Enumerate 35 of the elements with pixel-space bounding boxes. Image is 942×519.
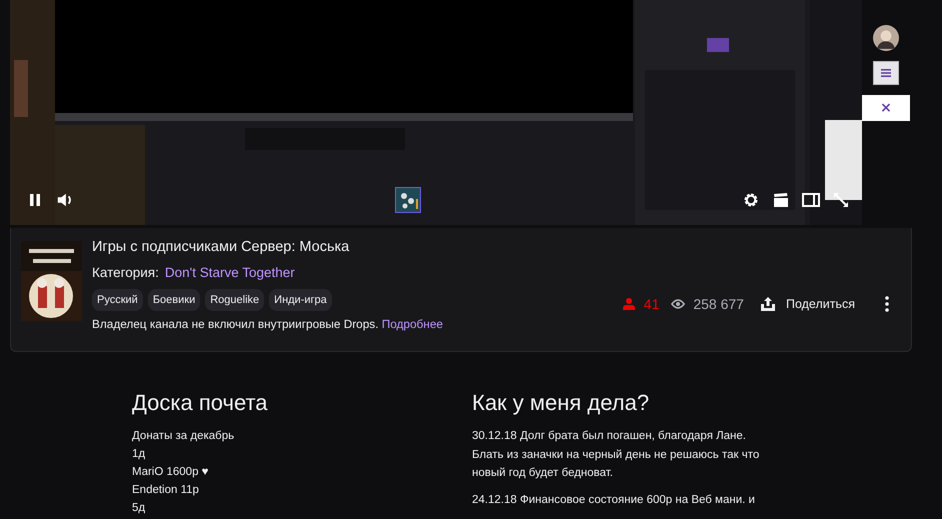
theatre-mode-icon[interactable] [802,192,820,208]
tag[interactable]: Боевики [148,289,200,311]
close-button[interactable]: × [862,95,910,121]
menu-icon [881,69,891,77]
volume-icon[interactable] [56,192,74,208]
avatar-icon[interactable] [873,25,899,51]
viewer-count: 41 [644,296,660,312]
panel-text: 1д [132,447,146,462]
tag[interactable]: Русский [92,289,143,311]
more-options-icon[interactable] [885,296,889,312]
person-icon [622,297,636,311]
panel-paragraph: 30.12.18 Долг брата был погашен, благодаря Лане. Блать из заначки на черный день не решаюсь так что новый год будет бедноват. [472,429,760,481]
panel-heading: Доска почета [132,390,269,416]
panel-text: 5д [132,501,146,516]
share-icon [760,296,776,312]
view-count: 258 677 [693,296,744,312]
panel-heading: Как у меня дела? [472,390,650,416]
tag[interactable]: Инди-игра [269,289,332,311]
clapperboard-icon[interactable] [772,192,790,208]
category-label: Категория: [92,265,159,280]
stream-title: Игры с подписчиками Сервер: Моська [92,239,350,257]
drops-note: Владелец канала не включил внутриигровые Drops. Подробнее [92,317,443,331]
fullscreen-icon[interactable] [832,192,850,208]
learn-more-link[interactable]: Подробнее [382,317,443,331]
panel-text: MariO 1600р ♥ [132,465,210,480]
panel-text: Донаты за декабрь [132,429,236,444]
extension-thumbnail-icon[interactable] [395,187,421,213]
tag[interactable]: Roguelike [205,289,264,311]
settings-icon[interactable] [742,192,760,208]
category-link[interactable]: Don't Starve Together [164,265,295,280]
eye-icon [671,297,686,311]
share-button[interactable]: Поделиться [760,296,855,312]
panel-text: Endetion 11р [132,483,200,498]
panel-paragraph: 24.12.18 Финансовое состояние 600р на Веб мани. и [472,492,756,508]
menu-button[interactable] [873,61,899,85]
